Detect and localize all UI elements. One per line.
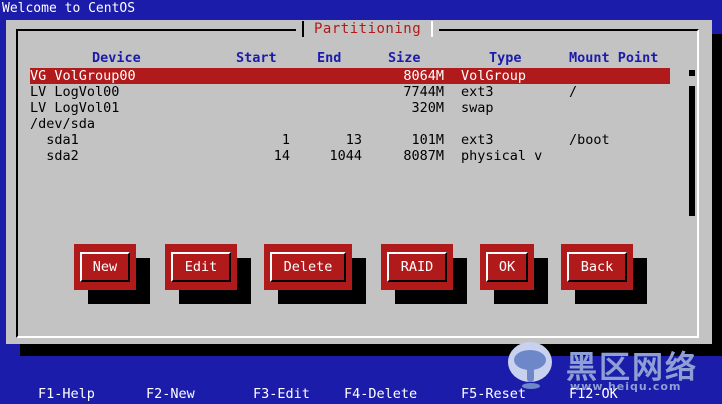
ok-button-label: OK: [498, 259, 516, 275]
cell-size: 7744M: [403, 84, 444, 100]
table-scrollbar[interactable]: [686, 70, 698, 220]
column-header-size: Size: [388, 50, 421, 66]
cell-size: 8064M: [403, 68, 444, 84]
table-row[interactable]: VG VolGroup00 8064M VolGroup: [30, 68, 670, 84]
table-row[interactable]: /dev/sda: [30, 116, 670, 132]
f4-delete-hint[interactable]: F4-Delete: [344, 385, 417, 404]
cell-mount: /: [569, 84, 578, 100]
back-button[interactable]: Back: [561, 244, 633, 290]
button-bar: New Edit Delete RAID OK Back: [6, 244, 712, 304]
cell-device: /dev/sda: [30, 116, 96, 132]
raid-button[interactable]: RAID: [381, 244, 453, 290]
table-row[interactable]: LV LogVol01 320M swap: [30, 100, 670, 116]
cell-size: 320M: [411, 100, 444, 116]
title-bracket-right: [431, 21, 434, 37]
function-key-bar: F1-Help F2-New F3-Edit F4-Delete F5-Rese…: [0, 385, 722, 404]
delete-button[interactable]: Delete: [264, 244, 352, 290]
cell-type: VolGroup: [461, 68, 527, 84]
f1-help-hint[interactable]: F1-Help: [38, 385, 95, 404]
edit-button[interactable]: Edit: [165, 244, 237, 290]
column-header-start: Start: [236, 50, 277, 66]
cell-size: 8087M: [403, 148, 444, 164]
cell-end: 1044: [329, 148, 362, 164]
edit-button-label: Edit: [184, 259, 218, 275]
cell-size: 101M: [411, 132, 444, 148]
dialog-title: Partitioning: [314, 21, 422, 37]
f5-reset-hint[interactable]: F5-Reset: [461, 385, 526, 404]
cell-device: LV LogVol00: [30, 84, 120, 100]
table-row[interactable]: sda1 1 13 101M ext3 /boot: [30, 132, 670, 148]
partitioning-dialog: Partitioning Device Start End Size Type …: [6, 20, 712, 344]
installer-screen: Welcome to CentOS Partitioning Device St…: [0, 0, 722, 404]
f12-ok-hint[interactable]: F12-OK: [569, 385, 618, 404]
watermark-logo-icon: [508, 342, 552, 389]
delete-button-label: Delete: [283, 259, 333, 275]
cell-end: 13: [345, 132, 362, 148]
new-button-label: New: [92, 259, 118, 275]
cell-mount: /boot: [569, 132, 610, 148]
cell-type: physical v: [461, 148, 543, 164]
raid-button-label: RAID: [400, 259, 434, 275]
ok-button[interactable]: OK: [480, 244, 534, 290]
partition-table[interactable]: Device Start End Size Type Mount Point V…: [30, 50, 670, 230]
column-header-end: End: [317, 50, 342, 66]
f2-new-hint[interactable]: F2-New: [146, 385, 195, 404]
cell-start: 14: [273, 148, 290, 164]
column-header-mount-point: Mount Point: [569, 50, 659, 66]
cell-device: sda2: [30, 148, 79, 164]
back-button-label: Back: [580, 259, 614, 275]
cell-device: VG VolGroup00: [30, 68, 136, 84]
cell-device: LV LogVol01: [30, 100, 120, 116]
new-button[interactable]: New: [74, 244, 136, 290]
cell-type: ext3: [461, 84, 494, 100]
table-row[interactable]: sda2 14 1044 8087M physical v: [30, 148, 670, 164]
scroll-track[interactable]: [689, 92, 695, 216]
window-title: Welcome to CentOS: [2, 1, 136, 16]
cell-device: sda1: [30, 132, 79, 148]
dialog-title-bar: Partitioning: [296, 21, 440, 37]
column-header-type: Type: [489, 50, 522, 66]
cell-type: swap: [461, 100, 494, 116]
column-header-device: Device: [92, 50, 141, 66]
f3-edit-hint[interactable]: F3-Edit: [253, 385, 310, 404]
scroll-up-marker: [689, 70, 695, 76]
cell-start: 1: [281, 132, 290, 148]
table-row[interactable]: LV LogVol00 7744M ext3 /: [30, 84, 670, 100]
cell-type: ext3: [461, 132, 494, 148]
